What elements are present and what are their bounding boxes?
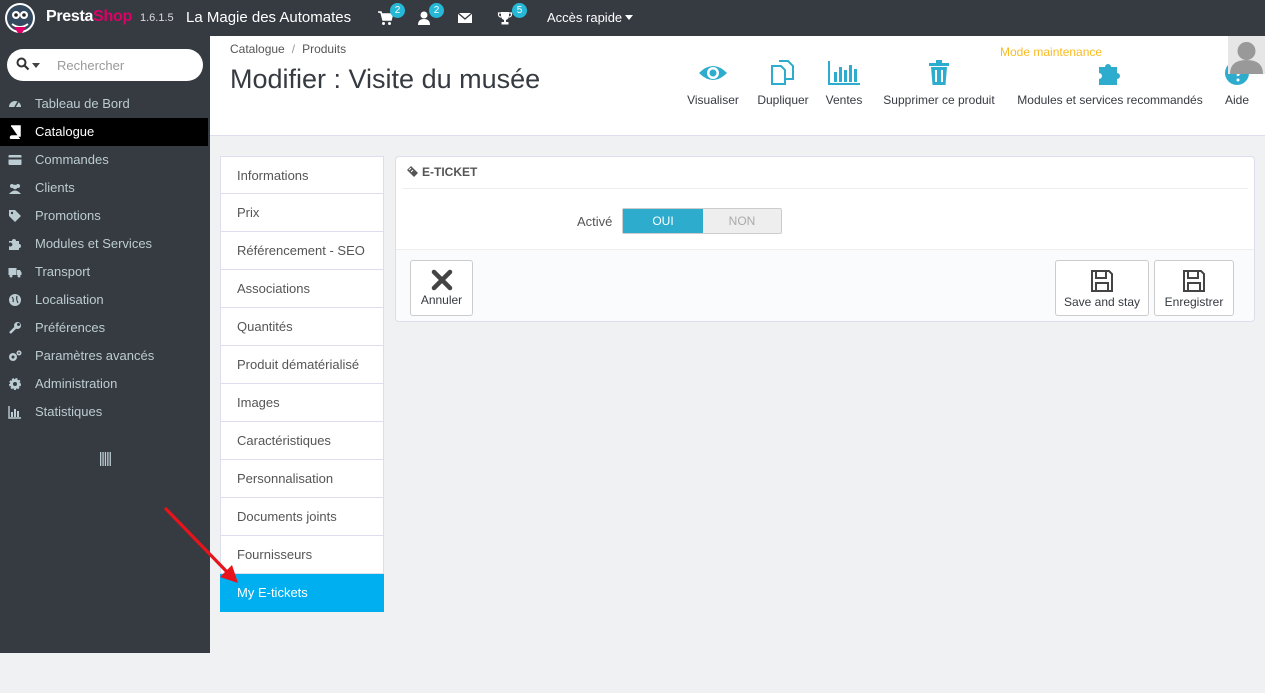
user-avatar-icon: [1230, 42, 1263, 74]
users-icon: [9, 184, 21, 194]
tab-personnalisation[interactable]: Personnalisation: [220, 460, 384, 498]
panel-divider: [402, 188, 1248, 189]
ticket-icon: [407, 166, 418, 177]
sidebar-item-label: Tableau de Bord: [35, 96, 130, 111]
search-box: [7, 49, 203, 81]
breadcrumb: Catalogue / Produits: [230, 42, 346, 56]
sidebar-item-label: Commandes: [35, 152, 109, 167]
tab-images[interactable]: Images: [220, 384, 384, 422]
sidebar-item-catalogue[interactable]: Catalogue: [0, 118, 208, 146]
tab-seo[interactable]: Référencement - SEO: [220, 232, 384, 270]
orders-count-badge: 2: [390, 3, 405, 18]
top-header: PrestaShop 1.6.1.5 La Magie des Automate…: [0, 0, 1265, 36]
trash-icon: [929, 60, 949, 85]
collapse-sidebar-icon[interactable]: [100, 452, 111, 466]
bar-chart-icon: [8, 406, 21, 419]
search-scope-caret-icon[interactable]: [32, 63, 40, 68]
bar-chart-icon: [828, 61, 860, 85]
cogs-icon: [9, 350, 22, 361]
sidebar-item-modules[interactable]: Modules et Services: [0, 230, 210, 258]
toggle-yes[interactable]: OUI: [623, 209, 703, 233]
sidebar-item-administration[interactable]: Administration: [0, 370, 210, 398]
sidebar-item-label: Transport: [35, 264, 91, 279]
breadcrumb-catalogue[interactable]: Catalogue: [230, 42, 285, 56]
floppy-save-icon: [1091, 270, 1113, 292]
eticket-panel: E-TICKET Activé OUI NON Annuler Save and…: [395, 156, 1255, 322]
book-icon: [9, 125, 21, 139]
sidebar-item-statistics[interactable]: Statistiques: [0, 398, 210, 426]
panel-footer: Annuler Save and stay Enregistrer: [396, 249, 1254, 321]
sidebar-item-label: Clients: [35, 180, 75, 195]
wrench-icon: [9, 322, 21, 334]
trophy-icon[interactable]: [497, 10, 513, 26]
sales-button[interactable]: Ventes: [824, 60, 864, 107]
page-background: [0, 653, 1265, 693]
copy-icon: [771, 60, 794, 85]
customers-count-badge: 2: [429, 3, 444, 18]
tags-icon: [9, 210, 21, 222]
duplicate-button[interactable]: Dupliquer: [755, 60, 811, 107]
toggle-no[interactable]: NON: [703, 209, 781, 233]
page-title: Modifier : Visite du musée: [230, 64, 541, 94]
delete-product-button[interactable]: Supprimer ce produit: [878, 60, 1000, 107]
recommended-modules-button[interactable]: Modules et services recommandés: [1013, 60, 1207, 107]
globe-icon: [9, 294, 21, 306]
annotation-arrow-icon: [164, 507, 238, 583]
chevron-down-icon: [625, 15, 634, 20]
prestashop-logo-icon[interactable]: [4, 2, 36, 34]
floppy-save-icon: [1183, 270, 1205, 292]
view-button[interactable]: Visualiser: [686, 60, 740, 107]
cancel-button[interactable]: Annuler: [410, 260, 473, 316]
panel-heading: E-TICKET: [406, 165, 477, 179]
puzzle-icon: [9, 239, 21, 250]
messages-count-badge: 5: [512, 3, 527, 18]
truck-icon: [8, 268, 22, 278]
sidebar-item-label: Promotions: [35, 208, 101, 223]
puzzle-icon: [1099, 64, 1120, 85]
eye-icon: [699, 66, 727, 80]
sidebar-menu: Tableau de Bord Catalogue Commandes Clie…: [0, 90, 210, 426]
brand-name: PrestaShop: [46, 8, 132, 25]
sidebar-item-label: Localisation: [35, 292, 104, 307]
dashboard-icon: [9, 101, 21, 108]
avatar[interactable]: [1228, 36, 1265, 74]
page-header: Catalogue / Produits Modifier : Visite du …: [210, 36, 1265, 136]
sidebar-item-orders[interactable]: Commandes: [0, 146, 210, 174]
tab-prix[interactable]: Prix: [220, 194, 384, 232]
breadcrumb-products[interactable]: Produits: [302, 42, 346, 56]
sidebar-item-transport[interactable]: Transport: [0, 258, 210, 286]
sidebar-item-advanced-params[interactable]: Paramètres avancés: [0, 342, 210, 370]
shop-name-link[interactable]: La Magie des Automates: [186, 9, 351, 26]
sidebar-item-customers[interactable]: Clients: [0, 174, 210, 202]
sidebar-item-label: Statistiques: [35, 404, 103, 419]
sidebar-item-preferences[interactable]: Préférences: [0, 314, 210, 342]
sidebar-item-label: Préférences: [35, 320, 106, 335]
version-label: 1.6.1.5: [140, 12, 174, 24]
search-icon[interactable]: [16, 57, 30, 71]
quick-access-dropdown[interactable]: Accès rapide: [547, 10, 634, 25]
tab-quantites[interactable]: Quantités: [220, 308, 384, 346]
close-icon: [431, 269, 452, 291]
tab-associations[interactable]: Associations: [220, 270, 384, 308]
credit-card-icon: [8, 155, 22, 165]
sidebar-item-label: Paramètres avancés: [35, 348, 155, 363]
breadcrumb-separator: /: [291, 42, 296, 56]
active-toggle[interactable]: OUI NON: [622, 208, 782, 234]
sidebar-item-dashboard[interactable]: Tableau de Bord: [0, 90, 210, 118]
tab-produit-dematerialise[interactable]: Produit dématérialisé: [220, 346, 384, 384]
search-input[interactable]: [57, 55, 197, 75]
maintenance-mode-link[interactable]: Mode maintenance: [1000, 45, 1102, 59]
tab-informations[interactable]: Informations: [220, 156, 384, 194]
active-field-label: Activé: [577, 214, 613, 229]
cog-icon: [9, 378, 21, 390]
envelope-icon[interactable]: [457, 10, 473, 26]
tab-caracteristiques[interactable]: Caractéristiques: [220, 422, 384, 460]
sidebar-item-label: Catalogue: [35, 124, 95, 139]
sidebar-item-promotions[interactable]: Promotions: [0, 202, 210, 230]
save-button[interactable]: Enregistrer: [1154, 260, 1234, 316]
sidebar-item-localisation[interactable]: Localisation: [0, 286, 210, 314]
save-and-stay-button[interactable]: Save and stay: [1055, 260, 1149, 316]
sidebar-item-label: Modules et Services: [35, 236, 153, 251]
sidebar-item-label: Administration: [35, 376, 118, 391]
